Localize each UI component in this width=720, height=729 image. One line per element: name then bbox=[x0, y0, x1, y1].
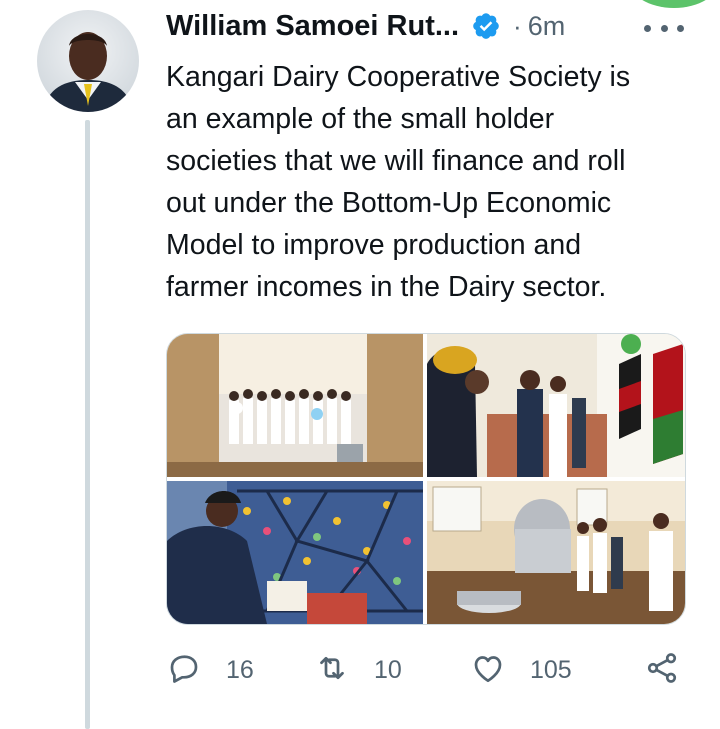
reply-icon bbox=[166, 650, 202, 691]
green-badge-decoration bbox=[628, 0, 720, 8]
retweet-count: 10 bbox=[374, 655, 402, 684]
media-grid[interactable] bbox=[166, 333, 686, 625]
reply-button[interactable]: 16 bbox=[166, 648, 254, 692]
retweet-button[interactable]: 10 bbox=[314, 648, 402, 692]
thread-connector-line bbox=[85, 120, 90, 729]
more-icon[interactable] bbox=[644, 18, 684, 38]
like-button[interactable]: 105 bbox=[470, 648, 572, 692]
author-name[interactable]: William Samoei Rut... bbox=[166, 10, 459, 43]
photo-doorway-crowd[interactable] bbox=[167, 334, 423, 477]
tweet-actions: 16 10 105 bbox=[166, 648, 686, 692]
photo-milk-processing[interactable] bbox=[427, 481, 685, 624]
photo-signing-balcony[interactable] bbox=[167, 481, 423, 624]
reply-count: 16 bbox=[226, 655, 254, 684]
retweet-icon bbox=[314, 650, 350, 691]
like-count: 105 bbox=[530, 655, 572, 684]
verified-icon bbox=[471, 11, 501, 41]
like-icon bbox=[470, 650, 506, 691]
tweet-body: Kangari Dairy Cooperative Society is an … bbox=[166, 61, 631, 303]
tweet-timestamp[interactable]: 6m bbox=[528, 11, 566, 42]
avatar[interactable] bbox=[37, 10, 139, 112]
share-icon bbox=[644, 650, 680, 691]
photo-officials-flags[interactable] bbox=[427, 334, 685, 477]
avatar-portrait bbox=[43, 32, 133, 112]
tweet-header: William Samoei Rut... · 6m bbox=[166, 6, 565, 46]
separator-dot: · bbox=[513, 10, 522, 41]
share-button[interactable] bbox=[644, 648, 680, 692]
